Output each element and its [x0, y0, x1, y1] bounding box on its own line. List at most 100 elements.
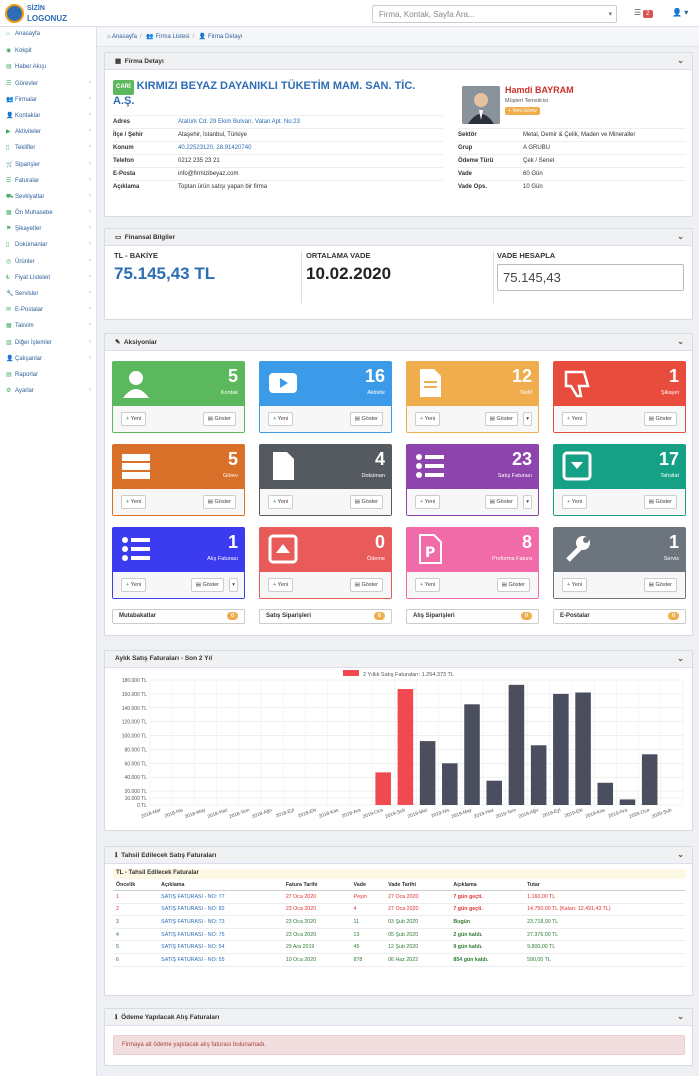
sidebar-item-7[interactable]: ▯ Teklifler ‹ [0, 140, 96, 156]
new-button[interactable]: + Yeni [121, 495, 147, 509]
card-header[interactable]: 12 Teklif [407, 362, 538, 406]
video-icon: ▶ [6, 129, 11, 136]
card-header[interactable]: 16 Aktivite [260, 362, 391, 406]
card-header[interactable]: 0 Ödeme [260, 528, 391, 572]
sidebar-item-12[interactable]: ⚑ Şikayetler ‹ [0, 221, 96, 237]
show-icon: ▤ [354, 582, 360, 588]
table-cell[interactable]: SATIŞ FATURASI - NO: 55 [158, 953, 283, 967]
card-header[interactable]: P 8 Proforma Fatura [407, 528, 538, 572]
sidebar-item-2[interactable]: ▤ Haber Akışı [0, 59, 96, 75]
chevron-down-icon[interactable]: ⌄ [677, 1012, 684, 1021]
finance-header[interactable]: ▭ Finansal Bilgiler ⌄ [105, 229, 692, 246]
dropdown-button[interactable]: ▾ [523, 412, 532, 426]
new-button[interactable]: + Yeni [562, 412, 588, 426]
new-button[interactable]: + Yeni [415, 412, 441, 426]
info-value[interactable]: Atatürk Cd. 29 Ekim Bulvarı. Vatan Apt. … [178, 115, 443, 129]
sidebar-item-18[interactable]: ▦ Takvim ‹ [0, 318, 96, 334]
table-cell[interactable]: SATIŞ FATURASI - NO: 54 [158, 940, 283, 954]
representative-name[interactable]: Hamdi BAYRAM [505, 85, 574, 95]
sidebar-item-16[interactable]: 🔧 Servisler ‹ [0, 286, 96, 302]
due-calc-input[interactable]: 75.145,43 [497, 264, 684, 291]
chevron-down-icon[interactable]: ⌄ [677, 654, 684, 663]
show-button[interactable]: ▤ Göster [349, 578, 383, 592]
new-button[interactable]: + Yeni [562, 495, 588, 509]
card-header[interactable]: 4 Doküman [260, 445, 391, 489]
summary-item[interactable]: Alış Siparişleri 0 [406, 609, 539, 624]
show-button[interactable]: ▤ Göster [484, 495, 518, 509]
y-tick-label: 60.000 TL [125, 761, 148, 767]
show-button[interactable]: ▤ Göster [202, 412, 236, 426]
sidebar-item-19[interactable]: ▥ Diğer İşlemler ‹ [0, 335, 96, 351]
card-header[interactable]: 1 Şikayet [554, 362, 685, 406]
chevron-down-icon[interactable]: ⌄ [677, 232, 684, 241]
new-button[interactable]: + Yeni [562, 578, 588, 592]
new-button[interactable]: + Yeni [121, 578, 147, 592]
show-button[interactable]: ▤ Göster [202, 495, 236, 509]
summary-item[interactable]: Satış Siparişleri 6 [259, 609, 392, 624]
caret-down-icon: ▾ [232, 582, 235, 588]
sidebar-item-21[interactable]: ▤ Raporlar [0, 367, 96, 383]
show-button[interactable]: ▤ Göster [643, 578, 677, 592]
summary-item[interactable]: E-Postalar 0 [553, 609, 686, 624]
show-button[interactable]: ▤ Göster [190, 578, 224, 592]
card-buttons: + Yeni ▤ Göster ▾ [407, 489, 538, 515]
card-header[interactable]: 17 Tahsilat [554, 445, 685, 489]
card-header[interactable]: 1 Alış Faturası [113, 528, 244, 572]
show-button[interactable]: ▤ Göster [496, 578, 530, 592]
new-button[interactable]: + Yeni [415, 495, 441, 509]
sidebar-item-0[interactable]: ⌂ Anasayfa [0, 27, 96, 43]
sidebar-item-9[interactable]: ☰ Faturalar ‹ [0, 173, 96, 189]
sidebar-item-13[interactable]: ▯ Dokümanlar ‹ [0, 237, 96, 253]
sidebar-item-4[interactable]: 👥 Firmalar ‹ [0, 92, 96, 108]
new-button[interactable]: + Yeni [121, 412, 147, 426]
card-header[interactable]: 5 Kontak [113, 362, 244, 406]
chevron-down-icon[interactable]: ⌄ [677, 850, 684, 859]
sidebar-item-8[interactable]: 🛒 Siparişler ‹ [0, 157, 96, 173]
sidebar-item-6[interactable]: ▶ Aktiviteler ‹ [0, 124, 96, 140]
new-button[interactable]: + Yeni [415, 578, 441, 592]
new-button[interactable]: + Yeni [268, 412, 294, 426]
pay-invoices-header[interactable]: ℹ Ödeme Yapılacak Alış Faturaları ⌄ [105, 1009, 692, 1026]
sidebar-item-1[interactable]: ◉ Kokpit [0, 43, 96, 59]
collect-invoices-header[interactable]: ℹ Tahsil Edilecek Satış Faturaları ⌄ [105, 847, 692, 864]
dropdown-button[interactable]: ▾ [229, 578, 238, 592]
dropdown-button[interactable]: ▾ [523, 495, 532, 509]
new-button[interactable]: + Yeni [268, 578, 294, 592]
show-button[interactable]: ▤ Göster [349, 412, 383, 426]
show-button[interactable]: ▤ Göster [349, 495, 383, 509]
logo[interactable]: SİZİN LOGONUZ [5, 3, 95, 25]
user-menu-button[interactable]: 👤 ▾ [672, 8, 688, 17]
sidebar-item-14[interactable]: ◎ Ürünler ‹ [0, 254, 96, 270]
breadcrumb-firm-list[interactable]: Firma Listesi [156, 34, 190, 40]
sidebar-item-3[interactable]: ☰ Görevler ‹ [0, 76, 96, 92]
chevron-down-icon[interactable]: ⌄ [677, 56, 684, 65]
new-task-button[interactable]: + Yeni Görev [505, 107, 540, 115]
search-input[interactable]: Firma, Kontak, Sayfa Ara... ▾ [372, 5, 617, 23]
table-cell[interactable]: SATIŞ FATURASI - NO: 77 [158, 890, 283, 904]
sidebar-item-15[interactable]: ₺ Fiyat Listeleri ‹ [0, 270, 96, 286]
sidebar-item-11[interactable]: ▦ Ön Muhasebe ‹ [0, 205, 96, 221]
list-button[interactable]: ☰ 2 [634, 8, 653, 18]
new-button[interactable]: + Yeni [268, 495, 294, 509]
sidebar-item-5[interactable]: 👤 Kontaklar ‹ [0, 108, 96, 124]
actions-header[interactable]: ✎ Aksiyonlar ⌄ [105, 334, 692, 351]
card-header[interactable]: 5 Görev [113, 445, 244, 489]
show-button[interactable]: ▤ Göster [643, 495, 677, 509]
sidebar-item-22[interactable]: ⚙ Ayarlar ‹ [0, 383, 96, 399]
sidebar-item-20[interactable]: 👤 Çalışanlar ‹ [0, 351, 96, 367]
show-button[interactable]: ▤ Göster [643, 412, 677, 426]
table-cell[interactable]: SATIŞ FATURASI - NO: 75 [158, 928, 283, 942]
info-value[interactable]: 40.22523120, 28.91420740 [178, 141, 443, 155]
sidebar-item-10[interactable]: ⛟Sevkiyatlar ‹ [0, 189, 96, 205]
table-cell[interactable]: SATIŞ FATURASI - NO: 82 [158, 903, 283, 917]
summary-item[interactable]: Mutabakatlar 0 [112, 609, 245, 624]
sales-chart-header[interactable]: Aylık Satış Faturaları - Son 2 Yıl ⌄ [105, 651, 692, 668]
firm-detail-header[interactable]: ▦ Firma Detayı ⌄ [105, 53, 692, 70]
breadcrumb-home[interactable]: Anasayfa [112, 34, 137, 40]
chevron-down-icon[interactable]: ⌄ [677, 337, 684, 346]
show-button[interactable]: ▤ Göster [484, 412, 518, 426]
sidebar-item-17[interactable]: ✉ E-Postalar ‹ [0, 302, 96, 318]
table-cell[interactable]: SATIŞ FATURASI - NO: 73 [158, 915, 283, 929]
card-header[interactable]: 1 Servis [554, 528, 685, 572]
card-header[interactable]: 23 Satış Faturası [407, 445, 538, 489]
